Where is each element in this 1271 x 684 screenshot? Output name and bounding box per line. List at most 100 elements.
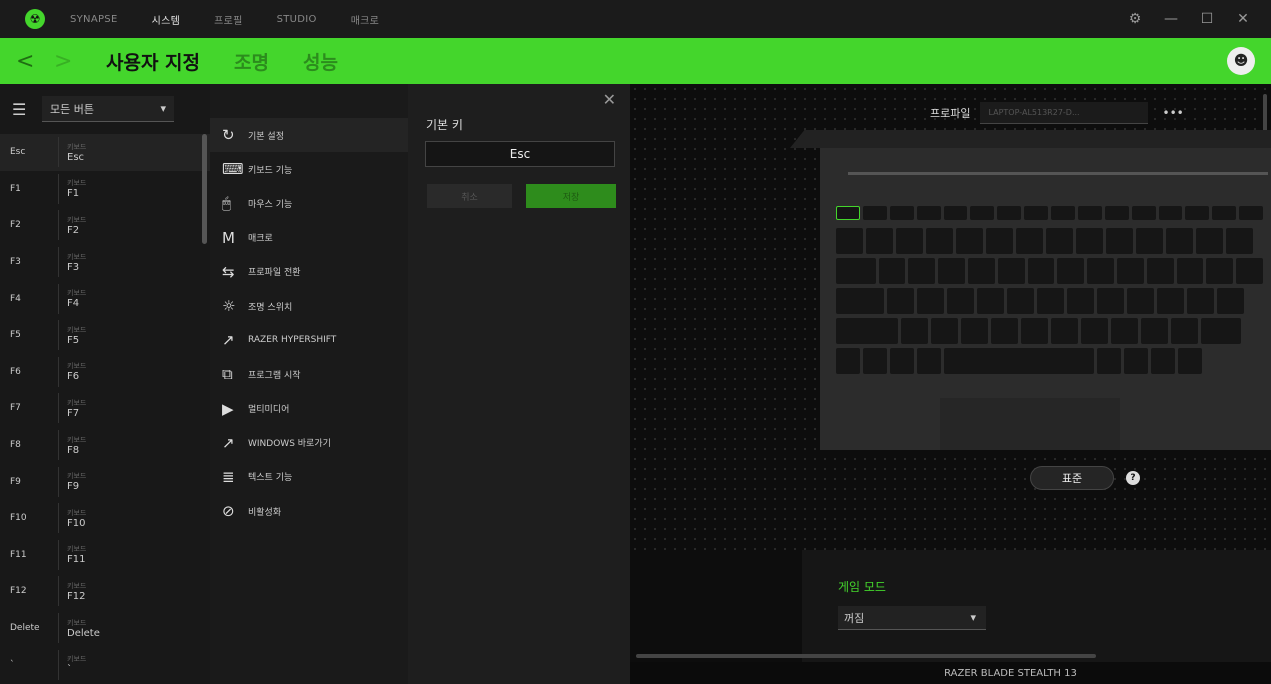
key-row[interactable]: F7 키보드 F7 (0, 390, 210, 427)
keyboard-key[interactable] (836, 348, 860, 374)
keyboard-key[interactable] (1212, 206, 1237, 220)
more-options-icon[interactable]: ••• (1162, 106, 1183, 120)
nav-profile[interactable]: 프로필 (214, 12, 243, 27)
game-mode-dropdown[interactable]: 꺼짐 ▾ (838, 606, 986, 630)
function-menu-item[interactable]: ≣ 텍스트 기능 (210, 460, 408, 494)
keyboard-key[interactable] (1057, 258, 1085, 284)
horizontal-scrollbar[interactable] (636, 654, 1096, 658)
keyboard-key[interactable] (836, 228, 863, 254)
nav-studio[interactable]: STUDIO (277, 14, 317, 25)
key-row[interactable]: F2 키보드 F2 (0, 207, 210, 244)
keyboard-key[interactable] (1131, 206, 1156, 220)
keyboard-key[interactable] (961, 318, 988, 344)
key-row[interactable]: Delete 키보드 Delete (0, 610, 210, 647)
nav-macro[interactable]: 매크로 (351, 12, 380, 27)
keyboard-key[interactable] (1146, 258, 1174, 284)
function-menu-item[interactable]: ↗ WINDOWS 바로가기 (210, 426, 408, 460)
tab-customize[interactable]: 사용자 지정 (106, 48, 200, 75)
save-button[interactable]: 저장 (526, 184, 616, 208)
keyboard-key[interactable] (1151, 348, 1175, 374)
keyboard-key[interactable] (887, 288, 914, 314)
key-row[interactable]: F10 키보드 F10 (0, 500, 210, 537)
keyboard-key[interactable] (1024, 206, 1049, 220)
keyboard-key[interactable] (1158, 206, 1183, 220)
keyboard-key[interactable] (1007, 288, 1034, 314)
function-menu-item[interactable]: ↗ RAZER HYPERSHIFT (210, 323, 408, 357)
keyboard-key[interactable] (836, 318, 898, 344)
keyboard-key[interactable] (1178, 348, 1202, 374)
standard-layout-button[interactable]: 표준 (1030, 466, 1114, 490)
profile-dropdown[interactable]: LAPTOP-AL513R27-D... (980, 102, 1149, 124)
hamburger-menu-icon[interactable]: ☰ (12, 100, 42, 119)
keyboard-key[interactable] (1021, 318, 1048, 344)
keyboard-key[interactable] (1185, 206, 1210, 220)
tab-performance[interactable]: 성능 (303, 48, 338, 75)
key-row[interactable]: F9 키보드 F9 (0, 463, 210, 500)
keyboard-key[interactable] (997, 206, 1022, 220)
keyboard-key[interactable] (986, 228, 1013, 254)
keyboard-key[interactable] (866, 228, 893, 254)
key-list-scrollbar[interactable] (202, 134, 207, 244)
keyboard-key[interactable] (926, 228, 953, 254)
keyboard-key[interactable] (1104, 206, 1129, 220)
default-key-field[interactable]: Esc (425, 141, 615, 167)
keyboard-key[interactable] (977, 288, 1004, 314)
keyboard-key[interactable] (991, 318, 1018, 344)
keyboard-key[interactable] (917, 288, 944, 314)
key-row[interactable]: F11 키보드 F11 (0, 537, 210, 574)
keyboard-key[interactable] (1176, 258, 1204, 284)
key-filter-dropdown[interactable]: 모든 버튼 ▾ (42, 96, 174, 122)
keyboard-key[interactable] (1196, 228, 1223, 254)
keyboard-key[interactable] (1097, 348, 1121, 374)
key-row[interactable]: F8 키보드 F8 (0, 427, 210, 464)
keyboard-key[interactable] (836, 258, 876, 284)
keyboard-key[interactable] (1136, 228, 1163, 254)
keyboard-key[interactable] (1171, 318, 1198, 344)
keyboard-key[interactable] (1037, 288, 1064, 314)
keyboard-key[interactable] (943, 206, 968, 220)
keyboard-key[interactable] (1166, 228, 1193, 254)
keyboard-key[interactable] (1157, 288, 1184, 314)
function-menu-item[interactable]: M 매크로 (210, 221, 408, 255)
minimize-icon[interactable]: — (1153, 11, 1189, 27)
keyboard-key[interactable] (862, 206, 887, 220)
key-row[interactable]: F5 키보드 F5 (0, 317, 210, 354)
keyboard-key[interactable] (970, 206, 995, 220)
nav-system[interactable]: 시스템 (152, 12, 181, 27)
keyboard-key[interactable] (944, 348, 1094, 374)
keyboard-key[interactable] (1051, 318, 1078, 344)
keyboard-key[interactable] (1236, 258, 1264, 284)
keyboard-key[interactable] (917, 348, 941, 374)
keyboard-key[interactable] (938, 258, 966, 284)
keyboard-key[interactable] (1111, 318, 1138, 344)
function-menu-item[interactable]: ☼ 조명 스위치 (210, 289, 408, 323)
key-row[interactable]: F1 키보드 F1 (0, 171, 210, 208)
function-menu-item[interactable]: ↻ 기본 설정 (210, 118, 408, 153)
keyboard-key[interactable] (1027, 258, 1055, 284)
function-menu-item[interactable]: ⊘ 비활성화 (210, 494, 408, 528)
keyboard-key[interactable] (1051, 206, 1075, 220)
function-menu-item[interactable]: ▶ 멀티미디어 (210, 392, 408, 426)
keyboard-key[interactable] (889, 206, 914, 220)
key-row[interactable]: F4 키보드 F4 (0, 280, 210, 317)
key-row[interactable]: F12 키보드 F12 (0, 573, 210, 610)
keyboard-key[interactable] (896, 228, 923, 254)
function-menu-item[interactable]: ⌨ 키보드 기능 (210, 152, 408, 186)
settings-gear-icon[interactable]: ⚙ (1117, 11, 1153, 27)
keyboard-key[interactable] (931, 318, 958, 344)
back-arrow-icon[interactable]: < (16, 49, 38, 74)
key-row[interactable]: F6 키보드 F6 (0, 354, 210, 391)
function-menu-item[interactable]: ⧉ 프로그램 시작 (210, 357, 408, 391)
keyboard-key[interactable] (1046, 228, 1073, 254)
help-icon[interactable]: ? (1126, 471, 1140, 485)
keyboard-key[interactable] (878, 258, 906, 284)
close-panel-icon[interactable]: ✕ (603, 90, 616, 109)
keyboard-key[interactable] (1076, 228, 1103, 254)
keyboard-key[interactable] (1087, 258, 1115, 284)
key-row[interactable]: ` 키보드 ` (0, 646, 210, 683)
keyboard-key[interactable] (901, 318, 928, 344)
keyboard-key[interactable] (1127, 288, 1154, 314)
key-row[interactable]: Esc 키보드 Esc (0, 134, 210, 171)
tab-lighting[interactable]: 조명 (234, 48, 269, 75)
keyboard-key[interactable] (1124, 348, 1148, 374)
